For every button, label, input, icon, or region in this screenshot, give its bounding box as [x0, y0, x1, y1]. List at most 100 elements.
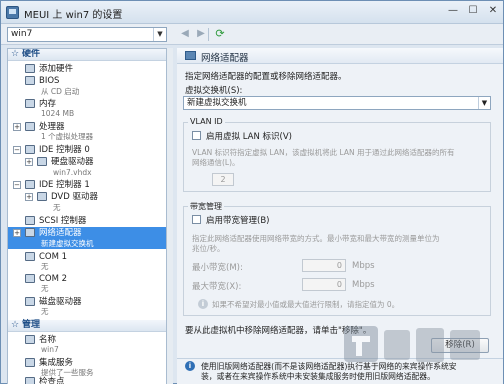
collapse-minus-icon[interactable]: −: [13, 181, 21, 189]
section-management-label: 管理: [22, 320, 41, 330]
ide-controller-icon: [25, 180, 35, 189]
panel-description: 指定网络适配器的配置或移除网络适配器。: [185, 72, 347, 82]
toolbar: win7 ▼ ◀ ▶ ⟳: [1, 24, 503, 45]
tree-item-dvd-drive[interactable]: + DVD 驱动器: [8, 191, 166, 203]
panel-title: 网络适配器: [201, 53, 249, 64]
vm-selector-value: win7: [11, 29, 33, 39]
tree-item-label: 硬盘驱动器: [51, 157, 94, 167]
tree-item-label: 检查点: [39, 377, 65, 384]
window-title: MEUI 上 win7 的设置: [24, 10, 123, 21]
expand-plus-icon[interactable]: +: [13, 229, 21, 237]
info-icon: i: [198, 299, 208, 309]
min-bandwidth-unit: Mbps: [352, 261, 375, 271]
tree-item-diskette-drive[interactable]: 磁盘驱动器: [8, 296, 166, 308]
section-management[interactable]: ☆ 管理: [8, 320, 166, 332]
vlan-enable-label: 启用虚拟 LAN 标识(V): [206, 132, 292, 142]
toolbar-separator: [208, 28, 209, 41]
tree-item-detail: win7.vhdx: [53, 168, 92, 177]
scsi-controller-icon: [25, 216, 35, 225]
tree-scrollbar[interactable]: [167, 48, 173, 384]
bios-chip-icon: [25, 76, 35, 85]
vlan-enable-checkbox[interactable]: [192, 131, 201, 140]
section-hardware-label: 硬件: [22, 49, 41, 59]
bandwidth-description-line1: 指定此网络适配器使用网络带宽的方式。最小带宽和最大带宽的测量单位为: [192, 234, 440, 243]
ide-controller-icon: [25, 145, 35, 154]
minimize-button[interactable]: —: [443, 4, 463, 19]
switch-label: 虚拟交换机(S):: [185, 86, 243, 96]
tree-item-label: 添加硬件: [39, 64, 74, 74]
tree-item-checkpoints[interactable]: 检查点: [8, 376, 166, 384]
bandwidth-description-line2: 兆位/秒。: [192, 244, 225, 253]
tree-item-label: DVD 驱动器: [51, 192, 98, 202]
site-watermark-logo: [344, 326, 480, 362]
close-button[interactable]: ✕: [483, 4, 503, 19]
bandwidth-note: 如果不希望对最小值或最大值进行限制，请指定值为 0。: [212, 300, 400, 309]
virtual-switch-select[interactable]: 新建虚拟交换机 ▼: [183, 96, 491, 110]
memory-icon: [25, 99, 35, 108]
tree-item-ide-controller-0[interactable]: − IDE 控制器 0: [8, 144, 166, 156]
processor-icon: [25, 122, 35, 131]
tree-item-detail: 从 CD 启动: [41, 87, 80, 96]
tree-item-name[interactable]: 名称: [8, 334, 166, 346]
maximize-button[interactable]: ☐: [463, 4, 483, 19]
refresh-icon[interactable]: ⟳: [213, 27, 227, 41]
max-bandwidth-unit: Mbps: [352, 280, 375, 290]
dvd-drive-icon: [37, 192, 47, 201]
bandwidth-group: 带宽管理 启用带宽管理(B) 指定此网络适配器使用网络带宽的方式。最小带宽和最大…: [183, 201, 491, 316]
bandwidth-enable-label: 启用带宽管理(B): [206, 216, 270, 226]
tree-item-detail: 1024 MB: [41, 109, 75, 118]
network-adapter-icon: [185, 51, 196, 60]
tree-item-label: IDE 控制器 1: [39, 180, 90, 190]
diskette-drive-icon: [25, 297, 35, 306]
tree-item-ide-controller-1[interactable]: − IDE 控制器 1: [8, 179, 166, 191]
hyperv-app-icon: [6, 6, 19, 19]
tree-item-detail: 无: [41, 262, 49, 271]
tree-item-detail: 新建虚拟交换机: [8, 239, 166, 249]
vlan-id-input[interactable]: 2: [212, 173, 234, 186]
tree-item-detail: 无: [41, 307, 49, 316]
tree-item-bios[interactable]: BIOS: [8, 75, 166, 87]
bandwidth-enable-checkbox[interactable]: [192, 215, 201, 224]
add-hardware-icon: [25, 64, 35, 73]
settings-tree: ☆ 硬件 添加硬件 BIOS 从 CD 启动 内存 1024 MB + 处理器 …: [7, 48, 167, 384]
tree-item-label: SCSI 控制器: [39, 216, 87, 226]
tree-item-label: IDE 控制器 0: [39, 145, 90, 155]
network-adapter-icon: [25, 228, 35, 237]
integration-services-icon: [25, 358, 35, 367]
virtual-switch-value: 新建虚拟交换机: [187, 98, 247, 108]
forward-arrow-icon[interactable]: ▶: [194, 27, 208, 41]
max-bandwidth-label: 最大带宽(X):: [192, 282, 242, 292]
collapse-minus-icon[interactable]: −: [13, 146, 21, 154]
vlan-group-label: VLAN ID: [188, 117, 225, 126]
bandwidth-group-label: 带宽管理: [188, 201, 224, 212]
back-arrow-icon[interactable]: ◀: [178, 27, 192, 41]
chevron-down-icon: ▼: [478, 97, 490, 109]
tree-item-detail: win7: [41, 345, 59, 354]
tree-item-detail: 1 个虚拟处理器: [41, 132, 94, 141]
max-bandwidth-input[interactable]: 0: [302, 278, 346, 291]
tree-item-label: 网络适配器: [39, 228, 82, 238]
info-icon: i: [185, 361, 195, 371]
tree-item-hard-drive[interactable]: + 硬盘驱动器: [8, 156, 166, 168]
min-bandwidth-input[interactable]: 0: [302, 259, 346, 272]
expand-plus-icon[interactable]: +: [25, 158, 33, 166]
vlan-group: VLAN ID 启用虚拟 LAN 标识(V) VLAN 标识符指定虚拟 LAN，…: [183, 117, 491, 192]
com-port-icon: [25, 274, 35, 283]
tree-item-memory[interactable]: 内存: [8, 98, 166, 110]
chevron-down-icon: ▼: [153, 28, 166, 41]
title-bar: MEUI 上 win7 的设置 — ☐ ✕: [1, 1, 503, 24]
expand-plus-icon[interactable]: +: [25, 193, 33, 201]
com-port-icon: [25, 252, 35, 261]
tree-item-network-adapter[interactable]: + 网络适配器: [8, 227, 166, 239]
hard-drive-icon: [37, 157, 47, 166]
collapse-star-icon: ☆: [11, 49, 20, 59]
section-hardware[interactable]: ☆ 硬件: [8, 49, 166, 61]
tree-item-com2[interactable]: COM 2: [8, 273, 166, 285]
tree-item-com1[interactable]: COM 1: [8, 251, 166, 263]
min-bandwidth-label: 最小带宽(M):: [192, 263, 243, 273]
name-icon: [25, 335, 35, 344]
expand-plus-icon[interactable]: +: [13, 123, 21, 131]
vm-selector[interactable]: win7 ▼: [7, 27, 167, 42]
tree-item-scsi-controller[interactable]: SCSI 控制器: [8, 215, 166, 227]
tree-item-add-hardware[interactable]: 添加硬件: [8, 63, 166, 75]
